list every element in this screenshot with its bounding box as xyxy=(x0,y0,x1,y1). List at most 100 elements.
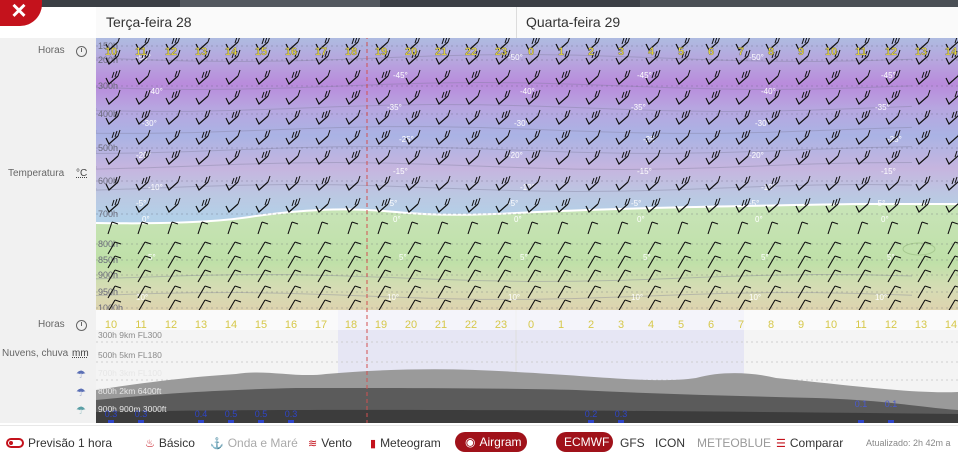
isotherm-label: 5° xyxy=(761,253,769,262)
hour-label: 6 xyxy=(708,46,714,58)
isotherm-label: 5° xyxy=(643,253,651,262)
isotherm-label: -40° xyxy=(520,87,535,96)
forecast-1h-toggle[interactable]: Previsão 1 hora xyxy=(6,436,112,450)
hour-label: 1 xyxy=(558,46,564,58)
isotherm-label: -20° xyxy=(749,151,764,160)
day-label: Quarta-feira 29 xyxy=(526,14,621,30)
cloud-level-label: 800h 2km 6400ft xyxy=(98,386,162,396)
day-separator xyxy=(516,7,517,38)
hour-label: 12 xyxy=(165,319,177,331)
hour-label: 13 xyxy=(915,46,927,58)
forecast-1h-label: Previsão 1 hora xyxy=(28,436,113,450)
hour-label: 23 xyxy=(495,319,507,331)
airgram-icon: ◉ xyxy=(465,435,476,449)
precip-value: 0.5 xyxy=(255,409,268,419)
hour-label: 10 xyxy=(105,319,117,331)
model-gfs-button[interactable]: GFS xyxy=(620,436,645,450)
compare-button[interactable]: ☰ Comparar xyxy=(776,436,843,450)
precip-value: 0.2 xyxy=(585,409,598,419)
basic-label: Básico xyxy=(158,436,195,450)
basic-icon: ♨ xyxy=(145,437,155,450)
hour-label: 5 xyxy=(678,46,684,58)
hour-label: 22 xyxy=(465,319,477,331)
cloud-level-label: 700h 3km FL100 xyxy=(98,368,162,378)
hour-label: 18 xyxy=(345,46,357,58)
bottom-toolbar: Previsão 1 hora ♨ Básico ⚓ Onda e Maré ≋… xyxy=(0,425,958,460)
hour-label: 12 xyxy=(165,46,177,58)
compare-icon: ☰ xyxy=(776,437,786,450)
hour-label: 11 xyxy=(135,319,146,331)
wave-tide-button[interactable]: ⚓ Onda e Maré xyxy=(210,436,298,450)
hour-label: 7 xyxy=(738,319,744,331)
isotherm-label: 0° xyxy=(514,215,522,224)
top-map-strip xyxy=(0,0,958,7)
isotherm-label: 5° xyxy=(520,253,528,262)
hour-label: 21 xyxy=(435,319,447,331)
meteogram-label: Meteogram xyxy=(380,436,441,450)
hours-label: Horas xyxy=(38,319,65,330)
precip-value: 0.5 xyxy=(225,409,238,419)
hour-label: 22 xyxy=(465,46,477,58)
basic-button[interactable]: ♨ Básico xyxy=(145,436,195,450)
isotherm-label: -45° xyxy=(881,71,896,80)
clouds-rain-label: Nuvens, chuva xyxy=(2,348,69,359)
wave-label: Onda e Maré xyxy=(227,436,298,450)
wind-button[interactable]: ≋ Vento xyxy=(308,436,352,450)
model-meteoblue-button[interactable]: METEOBLUE xyxy=(697,436,771,450)
isotherm-label: 0° xyxy=(637,215,645,224)
isotherm-label: -15° xyxy=(637,167,652,176)
hour-label: 12 xyxy=(885,319,897,331)
clock-icon xyxy=(76,320,87,331)
compare-label: Comparar xyxy=(789,436,844,450)
hours-label: Horas xyxy=(38,45,65,56)
precip-bar xyxy=(228,420,234,423)
hour-label: 0 xyxy=(528,46,534,58)
close-icon: × xyxy=(11,0,27,25)
precip-bar xyxy=(288,420,294,423)
pressure-level-label: 950h xyxy=(98,287,118,297)
hour-label: 1 xyxy=(558,319,564,331)
toggle-icon xyxy=(6,438,24,448)
isotherm-label: -5° xyxy=(631,199,641,208)
isotherm-label: -15° xyxy=(881,167,896,176)
snow-icon: ☂ xyxy=(76,387,86,399)
isotherm-label: -40° xyxy=(761,87,776,96)
hour-label: 12 xyxy=(885,46,897,58)
pressure-level-label: 900h xyxy=(98,270,118,280)
rain-unit[interactable]: mm xyxy=(72,348,89,359)
hour-label: 20 xyxy=(405,319,417,331)
model-icon-button[interactable]: ICON xyxy=(655,436,685,450)
isotherm-label: -45° xyxy=(637,71,652,80)
meteogram-button[interactable]: ▮ Meteogram xyxy=(370,436,441,450)
isotherm-label: -35° xyxy=(631,103,646,112)
hour-label: 9 xyxy=(798,46,804,58)
wind-label: Vento xyxy=(321,436,352,450)
precip-bar xyxy=(108,420,114,423)
hour-label: 18 xyxy=(345,319,357,331)
precip-value: 0.3 xyxy=(285,409,298,419)
isotherm-label: 10° xyxy=(508,293,520,302)
hour-label: 21 xyxy=(435,46,447,58)
airgram-button[interactable]: ◉ Airgram xyxy=(455,432,527,452)
close-button[interactable]: × xyxy=(0,0,42,26)
precip-value: 0.3 xyxy=(135,409,148,419)
precip-value: 0.4 xyxy=(195,409,208,419)
temperature-unit[interactable]: °C xyxy=(76,168,87,179)
isotherm-label: -10° xyxy=(148,183,163,192)
map-strip-segment xyxy=(180,0,380,7)
pressure-level-label: 800h xyxy=(98,239,118,249)
airgram-label: Airgram xyxy=(479,435,522,449)
isotherm-label: -5° xyxy=(749,199,759,208)
isotherm-label: 0° xyxy=(881,215,889,224)
airgram-chart[interactable]: 150h200h300h400h500h600h700h800h850h900h… xyxy=(96,38,958,423)
clock-icon xyxy=(76,46,87,57)
model-ecmwf-button[interactable]: ECMWF xyxy=(556,432,613,452)
isotherm-label: -15° xyxy=(393,167,408,176)
precip-bar xyxy=(258,420,264,423)
hour-label: 15 xyxy=(255,319,267,331)
hour-label: 11 xyxy=(855,46,867,58)
isotherm-label: 10° xyxy=(631,293,643,302)
hour-label: 13 xyxy=(195,319,207,331)
hour-label: 14 xyxy=(945,46,958,58)
hour-label: 5 xyxy=(678,319,684,331)
